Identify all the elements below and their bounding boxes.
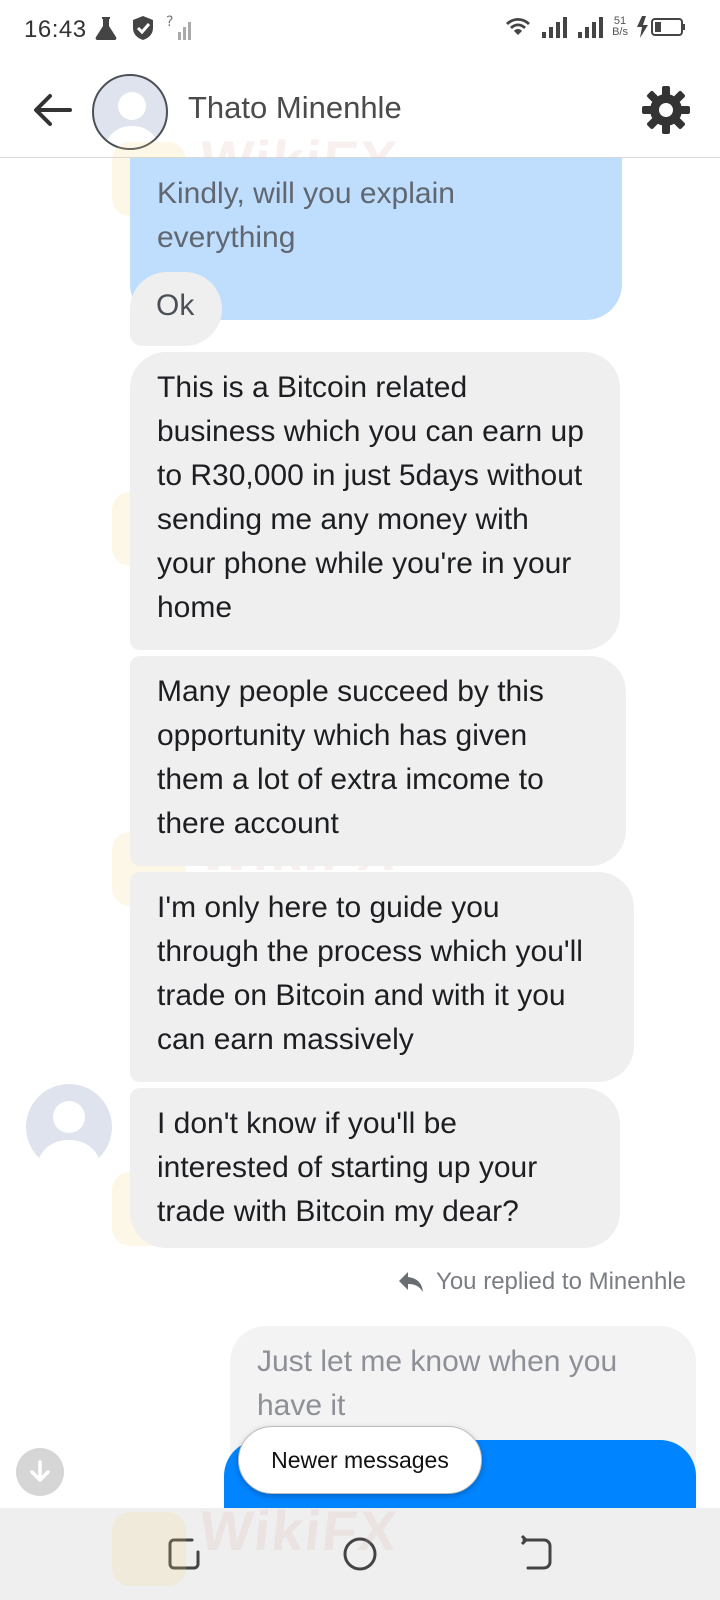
wifi-icon	[506, 18, 531, 35]
reply-indicator-text: You replied to Minenhle	[436, 1268, 686, 1295]
reply-icon	[399, 1272, 424, 1292]
message-text: I'm only here to guide you through the p…	[157, 891, 583, 1056]
network-speed: 51 B/s	[612, 15, 628, 38]
flask-icon	[95, 17, 117, 40]
conversation-header: Thato Minenhle	[0, 66, 720, 158]
signal-icon-2	[578, 17, 604, 38]
arrow-left-icon	[34, 94, 72, 126]
home-button[interactable]	[338, 1532, 382, 1576]
message-text: Many people succeed by this opportunity …	[157, 675, 544, 840]
recents-icon	[168, 1538, 200, 1570]
battery-charging-icon	[637, 16, 685, 38]
default-profile-icon	[104, 92, 160, 148]
arrow-down-icon	[30, 1460, 50, 1482]
message-bubble[interactable]: I don't know if you'll be interested of …	[130, 1088, 620, 1248]
svg-text:?: ?	[166, 14, 173, 30]
message-text: This is a Bitcoin related business which…	[157, 371, 584, 624]
sender-avatar[interactable]	[26, 1084, 112, 1170]
recents-button[interactable]	[162, 1532, 206, 1576]
signal-icon	[542, 17, 568, 38]
message-bubble[interactable]: I'm only here to guide you through the p…	[130, 872, 634, 1082]
newer-messages-button[interactable]: Newer messages	[238, 1426, 482, 1494]
contact-avatar[interactable]	[92, 74, 168, 150]
reply-indicator: You replied to Minenhle	[398, 1268, 686, 1296]
message-text: Ok	[156, 289, 195, 322]
home-circle-icon	[343, 1537, 377, 1571]
message-bubble[interactable]: This is a Bitcoin related business which…	[130, 352, 620, 650]
scroll-to-bottom-button[interactable]	[16, 1448, 64, 1496]
message-bubble[interactable]: Many people succeed by this opportunity …	[130, 656, 626, 866]
back-nav-button[interactable]	[514, 1532, 558, 1576]
shield-check-icon	[133, 16, 153, 40]
status-time: 16:43	[24, 16, 87, 43]
newer-messages-label: Newer messages	[271, 1446, 449, 1473]
message-text: I don't know if you'll be interested of …	[157, 1107, 538, 1228]
back-button[interactable]	[28, 86, 76, 134]
message-text: Just let me know when you have it	[257, 1345, 618, 1422]
system-nav-bar: WikiFX	[0, 1499, 720, 1600]
default-profile-icon	[36, 1101, 102, 1170]
gear-icon	[642, 86, 690, 134]
message-bubble[interactable]: Ok	[130, 272, 222, 346]
no-signal-icon: ?	[166, 14, 191, 40]
settings-button[interactable]	[640, 84, 692, 136]
contact-name[interactable]: Thato Minenhle	[188, 90, 402, 126]
message-text: Kindly, will you explain everything	[157, 177, 455, 254]
status-bar: 16:43 ? 51 B/s	[0, 0, 720, 66]
back-nav-icon	[520, 1534, 552, 1570]
